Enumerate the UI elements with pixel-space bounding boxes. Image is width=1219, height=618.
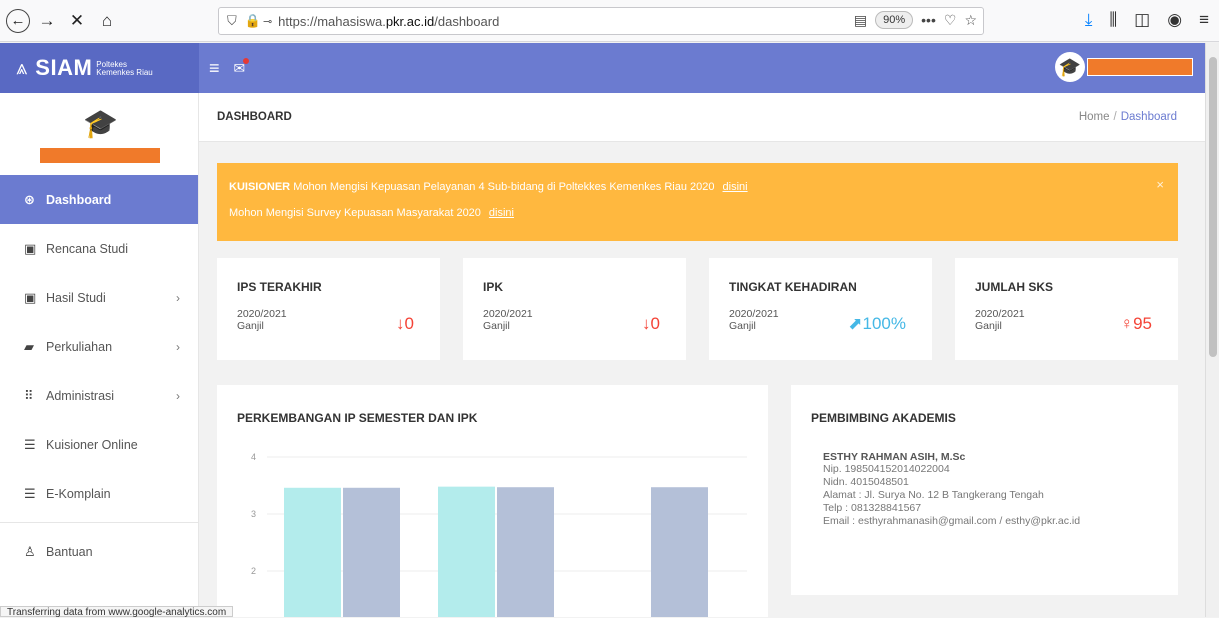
home-icon[interactable]: ⌂	[94, 8, 120, 34]
more-actions-icon[interactable]: •••	[921, 12, 936, 28]
list-icon: ☰	[24, 485, 36, 501]
account-icon[interactable]: ◉	[1167, 10, 1182, 30]
book-icon: ▰	[24, 338, 34, 354]
forward-arrow-icon[interactable]: →	[34, 8, 60, 34]
advisor-name: ESTHY RAHMAN ASIH, M.Sc	[823, 451, 966, 463]
y-tick-label: 3	[251, 509, 256, 519]
logo-icon: ⩓	[16, 56, 28, 79]
bar-series2-1[interactable]	[343, 487, 400, 617]
breadcrumb-current: Dashboard	[1120, 111, 1177, 123]
pocket-icon[interactable]: ♡	[944, 12, 957, 29]
browser-status: Transferring data from www.google-analyt…	[0, 606, 234, 618]
sidebar-menu: ⊛ Dashboard ▣ Rencana Studi ▣ Hasil Stud…	[0, 175, 198, 576]
bar-series2-2[interactable]	[497, 487, 554, 617]
ip-bar-chart: 4 3 2	[251, 452, 747, 617]
page-title: DASHBOARD	[217, 111, 292, 123]
sidebar-item-kuisioner-online[interactable]: ☰ Kuisioner Online	[0, 420, 198, 469]
download-icon[interactable]: ⤓	[1085, 10, 1093, 30]
grid-icon: ⠿	[24, 387, 34, 403]
scroll-thumb[interactable]	[1209, 57, 1217, 357]
sidebar-item-dashboard[interactable]: ⊛ Dashboard	[0, 175, 198, 224]
breadcrumb-home[interactable]: Home	[1079, 111, 1110, 123]
main-content: DASHBOARD Home / Dashboard KUISIONER Mohon…	[199, 93, 1205, 617]
lock-icon[interactable]: 🔒	[245, 13, 261, 29]
address-bar[interactable]: ⛉ 🔒 ⊸ https://mahasiswa.pkr.ac.id/dashbo…	[218, 7, 984, 35]
brand-logo[interactable]: ⩓ SIAM Poltekes Kemenkes Riau	[0, 43, 199, 93]
arrow-down-icon: ↓	[642, 314, 651, 333]
bookmark-star-icon[interactable]: ☆	[964, 12, 977, 29]
hamburger-icon[interactable]: ≡	[209, 58, 220, 79]
app-header: ⩓ SIAM Poltekes Kemenkes Riau ≡ ✉ 🎓	[0, 43, 1205, 93]
notification-dot	[243, 57, 250, 64]
pencil-icon: ⬈	[848, 314, 863, 333]
key-icon: ⊸	[262, 15, 273, 28]
library-icon[interactable]: ⫼	[1109, 10, 1117, 30]
reader-view-icon[interactable]: ▤	[854, 12, 867, 29]
student-avatar: 🎓	[83, 108, 118, 139]
student-name-redacted	[40, 148, 160, 163]
advisor-card: PEMBIMBING AKADEMIS ESTHY RAHMAN ASIH, M…	[791, 385, 1178, 595]
advisor-email: Email : esthyrahmanasih@gmail.com / esth…	[823, 515, 1081, 527]
divider	[0, 522, 198, 523]
sidebar-item-rencana-studi[interactable]: ▣ Rencana Studi	[0, 224, 198, 273]
zoom-level[interactable]: 90%	[875, 11, 914, 29]
chevron-right-icon: ›	[176, 339, 180, 354]
sidebar-toggle-icon[interactable]: ◫	[1134, 10, 1150, 30]
y-tick-label: 2	[251, 566, 256, 576]
sidebar-item-hasil-studi[interactable]: ▣ Hasil Studi ›	[0, 273, 198, 322]
chevron-right-icon: ›	[176, 388, 180, 403]
chevron-right-icon: ›	[176, 290, 180, 305]
back-arrow-icon[interactable]: ←	[6, 8, 30, 33]
presentation-icon: ▣	[24, 289, 37, 305]
stat-value: ↓0	[396, 314, 414, 333]
award-icon: ♀	[1120, 314, 1134, 333]
y-tick-label: 4	[251, 452, 256, 462]
page-scrollbar[interactable]	[1205, 43, 1219, 617]
stat-card-sks: JUMLAH SKS 2020/2021 Ganjil ♀95	[955, 258, 1178, 360]
palette-icon: ⊛	[24, 191, 35, 207]
bar-series2-3[interactable]	[651, 487, 708, 617]
linux-icon: ♙	[24, 543, 36, 559]
stat-value: ♀95	[1120, 314, 1152, 333]
page-header: DASHBOARD Home / Dashboard	[199, 93, 1205, 142]
stat-value: ↓0	[642, 314, 660, 333]
sidebar-item-administrasi[interactable]: ⠿ Administrasi ›	[0, 371, 198, 420]
questionnaire-alert: KUISIONER Mohon Mengisi Kepuasan Pelayan…	[217, 163, 1178, 241]
browser-toolbar: ← → ✕ ⌂ ⛉ 🔒 ⊸ https://mahasiswa.pkr.ac.i…	[0, 0, 1219, 42]
mail-icon[interactable]: ✉	[234, 57, 250, 77]
sidebar-item-e-komplain[interactable]: ☰ E-Komplain	[0, 469, 198, 518]
questionnaire-link-2[interactable]: disini	[489, 207, 514, 219]
stat-card-ips: IPS TERAKHIR 2020/2021 Ganjil ↓0	[217, 258, 440, 360]
stop-icon[interactable]: ✕	[64, 8, 90, 34]
sidebar-item-bantuan[interactable]: ♙ Bantuan	[0, 527, 198, 576]
questionnaire-link-1[interactable]: disini	[723, 181, 748, 193]
menu-icon[interactable]: ≡	[1199, 10, 1209, 30]
stat-card-ipk: IPK 2020/2021 Ganjil ↓0	[463, 258, 686, 360]
list-icon: ☰	[24, 436, 36, 452]
arrow-down-icon: ↓	[396, 314, 405, 333]
stat-value: ⬈100%	[848, 314, 906, 333]
ip-chart-card: PERKEMBANGAN IP SEMESTER DAN IPK 432	[217, 385, 768, 617]
presentation-icon: ▣	[24, 240, 37, 256]
url-text[interactable]: https://mahasiswa.pkr.ac.id/dashboard	[278, 14, 499, 29]
breadcrumb: Home / Dashboard	[1078, 111, 1177, 123]
bar-series1-2[interactable]	[438, 486, 495, 617]
sidebar: 🎓 ⊛ Dashboard ▣ Rencana Studi ▣ Hasil St…	[0, 93, 199, 617]
close-icon[interactable]: ×	[1156, 177, 1164, 192]
stat-card-kehadiran: TINGKAT KEHADIRAN 2020/2021 Ganjil ⬈100%	[709, 258, 932, 360]
sidebar-item-perkuliahan[interactable]: ▰ Perkuliahan ›	[0, 322, 198, 371]
bar-series1-1[interactable]	[284, 487, 341, 617]
user-name-redacted[interactable]	[1087, 58, 1193, 76]
shield-icon[interactable]: ⛉	[227, 13, 237, 29]
user-avatar[interactable]: 🎓	[1055, 52, 1085, 82]
